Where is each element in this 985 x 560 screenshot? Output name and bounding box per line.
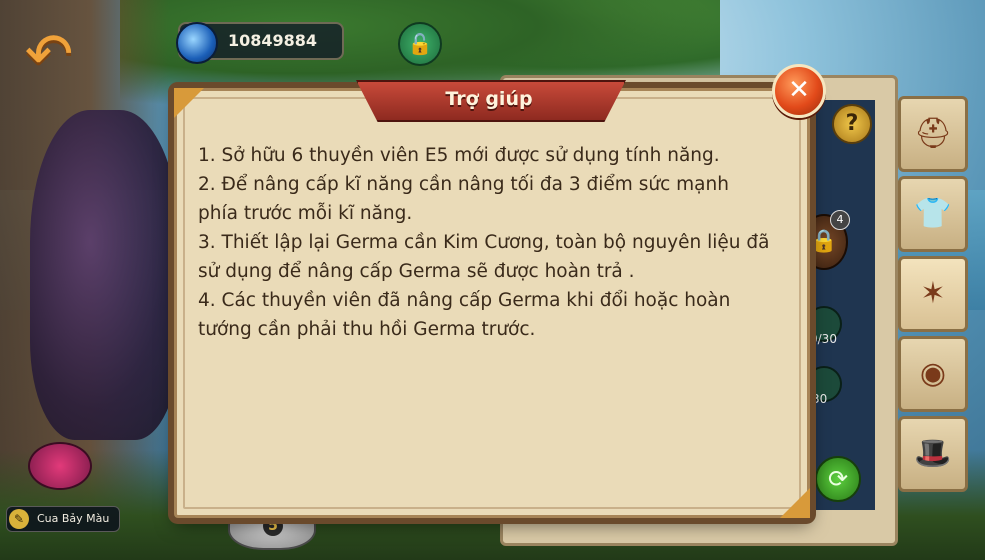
refresh-icon[interactable]: ⟳ (815, 456, 861, 502)
tab-helmet[interactable]: ⛑ (898, 96, 968, 172)
tab-hat[interactable]: 🎩 (898, 416, 968, 492)
help-line: 4. Các thuyền viên đã nâng cấp Germa khi… (198, 290, 731, 311)
devil-fruit-icon: ◉ (919, 356, 947, 391)
help-line: phía trước mỗi kĩ năng. (198, 203, 413, 224)
currency-display: 10849884 (176, 22, 344, 64)
help-icon[interactable]: ? (832, 104, 872, 144)
dialog-corner (780, 488, 810, 518)
shirt-icon: 👕 (914, 196, 952, 231)
tab-star[interactable]: ✶ (898, 256, 968, 332)
help-line: sử dụng để nâng cấp Germa sẽ được hoàn t… (198, 261, 635, 282)
level-number: 5 (263, 516, 283, 536)
hat-icon: 🎩 (914, 436, 952, 471)
currency-value: 10849884 (228, 31, 318, 50)
tab-devil-fruit[interactable]: ◉ (898, 336, 968, 412)
pet-crab-avatar[interactable] (28, 442, 92, 490)
help-line: 2. Để nâng cấp kĩ năng cần nâng tối đa 3… (198, 174, 729, 195)
pet-name-tag[interactable]: ✎ Cua Bảy Màu (6, 506, 120, 532)
edit-pencil-icon: ✎ (9, 509, 29, 529)
help-text: 1. Sở hữu 6 thuyền viên E5 mới được sử d… (198, 141, 788, 344)
star-icon: ✶ (920, 276, 946, 311)
lock-node-count: 4 (830, 210, 850, 230)
close-icon: ✕ (788, 75, 810, 105)
skill-tree-area (800, 100, 875, 510)
skill-node-progress: /30 (808, 392, 828, 406)
skill-node-progress: 0/30 (810, 332, 837, 346)
back-arrow-icon[interactable]: ↶ (18, 24, 80, 84)
helmet-icon: ⛑ (913, 116, 953, 151)
tab-shirt[interactable]: 👕 (898, 176, 968, 252)
dialog-title: Trợ giúp (445, 88, 533, 110)
lock-icon[interactable]: 🔓 (398, 22, 442, 66)
pet-name: Cua Bảy Màu (37, 512, 110, 525)
help-line: 1. Sở hữu 6 thuyền viên E5 mới được sử d… (198, 145, 720, 166)
help-line: tướng cần phải thu hồi Germa trước. (198, 319, 536, 340)
close-button[interactable]: ✕ (772, 64, 826, 118)
dialog-corner (174, 88, 204, 118)
help-line: 3. Thiết lập lại Germa cần Kim Cương, to… (198, 232, 770, 253)
blue-gem-icon (176, 22, 218, 64)
character-portrait (30, 110, 180, 440)
